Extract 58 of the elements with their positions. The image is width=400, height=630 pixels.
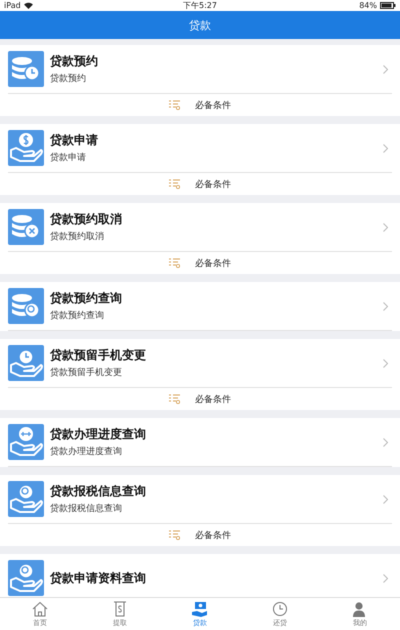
- requirements-link[interactable]: 必备条件: [0, 388, 400, 410]
- status-time: 下午5:27: [183, 0, 217, 11]
- list-icon: [169, 258, 181, 268]
- service-title: 贷款申请资料查询: [50, 570, 147, 586]
- service-row[interactable]: 贷款预约查询 贷款预约查询: [0, 282, 400, 330]
- service-row[interactable]: 贷款预约取消 贷款预约取消: [0, 203, 400, 251]
- requirements-link[interactable]: 必备条件: [0, 524, 400, 546]
- service-row[interactable]: 贷款报税信息查询 贷款报税信息查询: [0, 475, 400, 523]
- service-subtitle: 贷款预约查询: [50, 310, 105, 322]
- coin-stack-icon: [8, 209, 44, 245]
- list-icon: [169, 100, 181, 110]
- chevron-right-icon: [383, 494, 388, 504]
- list-icon: [169, 530, 181, 540]
- receipt-icon: [111, 600, 129, 616]
- service-title: 贷款预约: [50, 53, 99, 70]
- wifi-icon: [24, 2, 33, 9]
- requirements-link[interactable]: 必备条件: [0, 252, 400, 274]
- list-icon: [169, 394, 181, 404]
- battery-icon: [380, 2, 396, 9]
- service-subtitle: 贷款报税信息查询: [50, 502, 123, 515]
- nav-title: 贷款: [189, 18, 211, 32]
- chevron-right-icon: [383, 144, 388, 152]
- service-row[interactable]: 贷款预留手机变更 贷款预留手机变更: [0, 339, 400, 387]
- coin-stack-icon: [8, 51, 44, 87]
- battery-percent: 84%: [359, 1, 377, 10]
- chevron-right-icon: [383, 302, 388, 310]
- service-title: 贷款预留手机变更: [50, 347, 147, 364]
- chevron-right-icon: [383, 222, 388, 232]
- hand-icon: [8, 345, 44, 381]
- requirements-link[interactable]: 必备条件: [0, 173, 400, 195]
- coin-stack-icon: [8, 288, 44, 324]
- service-title: 贷款办理进度查询: [50, 426, 147, 443]
- service-subtitle: 贷款申请: [50, 152, 87, 164]
- clock-icon: [271, 600, 289, 616]
- service-subtitle: 贷款办理进度查询: [50, 446, 123, 458]
- hand-icon: [8, 481, 44, 517]
- service-row[interactable]: 贷款预约 贷款预约: [0, 45, 400, 93]
- list-icon: [169, 179, 181, 189]
- chevron-right-icon: [383, 438, 388, 446]
- service-row[interactable]: 贷款办理进度查询 贷款办理进度查询: [0, 418, 400, 466]
- service-title: 贷款报税信息查询: [50, 483, 147, 500]
- service-subtitle: 贷款预留手机变更: [50, 366, 123, 379]
- chevron-right-icon: [383, 64, 388, 74]
- service-title: 贷款申请: [50, 132, 99, 149]
- house-icon: [31, 600, 49, 616]
- service-subtitle: 贷款预约: [50, 72, 87, 85]
- hand-icon: [8, 424, 44, 460]
- chevron-right-icon: [383, 358, 388, 368]
- hand-icon: [8, 130, 44, 166]
- service-subtitle: 贷款预约取消: [50, 230, 105, 243]
- service-title: 贷款预约取消: [50, 211, 123, 228]
- service-row[interactable]: 贷款申请资料查询: [0, 554, 400, 597]
- chevron-right-icon: [383, 574, 388, 582]
- requirements-link[interactable]: 必备条件: [0, 94, 400, 116]
- money-hand-icon: [191, 600, 209, 616]
- device-name: iPad: [4, 1, 21, 10]
- service-row[interactable]: 贷款申请 贷款申请: [0, 124, 400, 172]
- service-title: 贷款预约查询: [50, 290, 123, 307]
